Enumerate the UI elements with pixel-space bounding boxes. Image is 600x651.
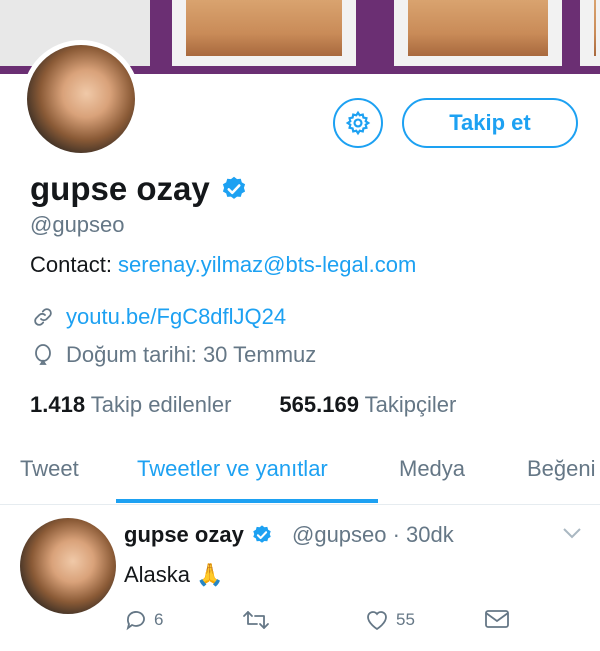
banner-photo (580, 0, 600, 66)
profile-name: gupse ozay (30, 170, 248, 208)
tweet-avatar[interactable] (20, 518, 116, 614)
following-stat[interactable]: 1.418 Takip edilenler (30, 392, 231, 418)
tab-likes[interactable]: Beğeni (527, 456, 596, 482)
banner-photo (172, 0, 356, 66)
heart-icon (367, 611, 387, 631)
retweet-icon (243, 611, 269, 629)
profile-website[interactable]: youtu.be/FgC8dflJQ24 (30, 304, 286, 330)
bio-prefix: Contact: (30, 252, 119, 277)
profile-handle: @gupseo (30, 212, 125, 237)
retweet-button[interactable] (242, 608, 276, 632)
banner-photo (394, 0, 562, 66)
bio-email-link[interactable]: serenay.yilmaz@bts-legal.com (118, 252, 416, 277)
follow-button[interactable]: Takip et (402, 98, 578, 148)
reply-count: 6 (154, 610, 164, 629)
tab-media[interactable]: Medya (399, 456, 465, 482)
like-count: 55 (396, 610, 415, 629)
profile-tabs: Tweet Tweetler ve yanıtlar Medya Beğeni (0, 440, 600, 505)
reply-icon (126, 611, 145, 631)
gear-icon (345, 110, 371, 136)
profile-bio: Contact: serenay.yilmaz@bts-legal.com (30, 252, 416, 278)
following-label: Takip edilenler (90, 392, 232, 417)
followers-count: 565.169 (279, 392, 359, 417)
tab-tweets-and-replies[interactable]: Tweetler ve yanıtlar (137, 456, 328, 482)
settings-button[interactable] (333, 98, 383, 148)
verified-badge-icon (220, 175, 248, 203)
verified-badge-icon (251, 524, 273, 546)
profile-stats: 1.418 Takip edilenler 565.169 Takipçiler (30, 392, 504, 418)
followers-stat[interactable]: 565.169 Takipçiler (279, 392, 456, 418)
message-button[interactable] (484, 608, 516, 630)
tweet-text: Alaska 🙏 (124, 562, 224, 587)
like-button[interactable]: 55 (364, 608, 415, 632)
link-icon (30, 304, 56, 330)
profile-birthday: Doğum tarihi: 30 Temmuz (30, 342, 316, 368)
envelope-icon (485, 610, 509, 628)
reply-button[interactable]: 6 (124, 608, 163, 632)
tweet-author-name: gupse ozay (124, 522, 244, 547)
tab-tweet[interactable]: Tweet (20, 456, 79, 482)
balloon-icon (30, 342, 56, 368)
tweet-author[interactable]: gupse ozay (124, 522, 273, 548)
website-link[interactable]: youtu.be/FgC8dflJQ24 (66, 304, 286, 330)
profile-avatar[interactable] (22, 40, 140, 158)
birthday-text: Doğum tarihi: 30 Temmuz (66, 342, 317, 367)
chevron-down-icon[interactable] (562, 526, 582, 545)
tweet-meta: @gupseo · 30dk (292, 522, 454, 547)
following-count: 1.418 (30, 392, 86, 417)
active-tab-indicator (116, 499, 378, 503)
followers-label: Takipçiler (364, 392, 457, 417)
profile-name-text: gupse ozay (30, 170, 210, 207)
tweet-actions: 6 55 (124, 608, 524, 636)
